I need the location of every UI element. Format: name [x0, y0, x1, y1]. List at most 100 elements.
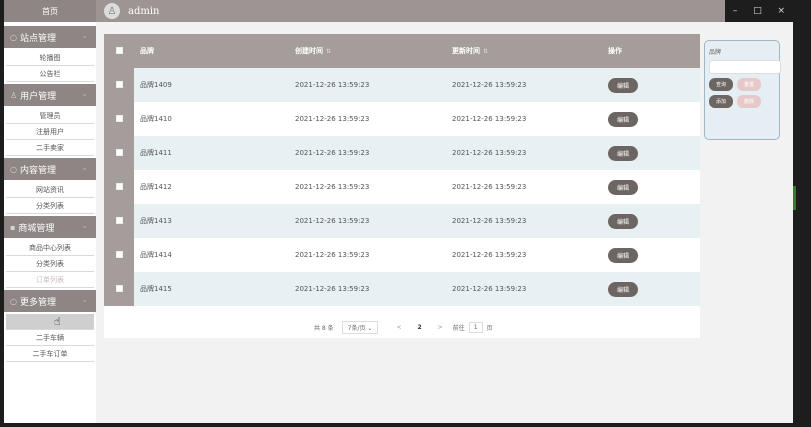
cell-action: 编辑: [602, 136, 700, 170]
select-all-cell[interactable]: [104, 34, 134, 68]
table-row: 品牌1412 2021-12-26 13:59:23 2021-12-26 13…: [104, 170, 700, 204]
cell-updated: 2021-12-26 13:59:23: [446, 204, 602, 238]
search-button-row: 查询 重置: [709, 78, 775, 91]
sidebar-item-carousel[interactable]: 轮播图: [6, 50, 94, 66]
sidebar-item-orders[interactable]: 订单列表: [6, 272, 94, 288]
pager-total: 共 8 条: [314, 324, 334, 332]
brand-table: 品牌 创建时间 ⇅ 更新时间 ⇅ 操作 品牌1409 2021-12-26 13:5…: [104, 34, 700, 306]
edit-button[interactable]: 编辑: [608, 281, 639, 297]
cell-created: 2021-12-26 13:59:23: [289, 68, 446, 102]
row-checkbox-cell[interactable]: [104, 238, 134, 272]
cell-brand: 品牌1413: [134, 204, 289, 238]
cell-brand: 品牌1412: [134, 170, 289, 204]
sidebar-group-label: 更多管理: [19, 297, 56, 308]
row-checkbox[interactable]: [115, 216, 123, 224]
column-header-updated[interactable]: 更新时间 ⇅: [446, 34, 602, 68]
chevron-icon: ⌄: [81, 31, 88, 40]
chevron-icon: ⌄: [81, 89, 88, 98]
row-checkbox[interactable]: [115, 250, 123, 258]
sidebar-group-users[interactable]: ♙ 用户管理 ⌄: [4, 84, 96, 106]
edit-button[interactable]: 编辑: [608, 179, 639, 195]
minimize-icon[interactable]: –: [733, 6, 738, 16]
table-row: 品牌1415 2021-12-26 13:59:23 2021-12-26 13…: [104, 272, 700, 306]
table-header-row: 品牌 创建时间 ⇅ 更新时间 ⇅ 操作: [104, 34, 700, 68]
window-frame-right: [793, 0, 811, 427]
cell-action: 编辑: [602, 68, 700, 102]
edit-button[interactable]: 编辑: [608, 77, 639, 93]
sort-icon[interactable]: ⇅: [326, 48, 331, 55]
sidebar-group-label: 商城管理: [18, 223, 55, 234]
sidebar-item-registered-users[interactable]: 注册用户: [6, 124, 94, 140]
delete-button[interactable]: 删除: [737, 95, 761, 108]
goto-suffix: 页: [486, 324, 493, 332]
row-checkbox-cell[interactable]: [104, 68, 134, 102]
close-icon[interactable]: ×: [778, 6, 786, 16]
cell-action: 编辑: [602, 102, 700, 136]
row-checkbox-cell[interactable]: [104, 136, 134, 170]
cell-created: 2021-12-26 13:59:23: [289, 204, 446, 238]
sidebar-item-news[interactable]: 网站资讯: [6, 182, 94, 198]
top-header: ♙ admin – □ ×: [96, 0, 793, 22]
reset-button[interactable]: 重置: [737, 78, 761, 91]
sidebar-group-site[interactable]: ○ 站点管理 ⌄: [4, 26, 96, 48]
chevron-icon: ⌄: [81, 221, 88, 230]
table-row: 品牌1409 2021-12-26 13:59:23 2021-12-26 13…: [104, 68, 700, 102]
sidebar-item-admins[interactable]: 管理员: [6, 108, 94, 124]
sidebar-group-mall[interactable]: ▪ 商城管理 ⌄: [4, 216, 96, 238]
edit-button[interactable]: 编辑: [608, 247, 639, 263]
pagination: 共 8 条 7条/页 ⌄ < 2 > 前往 1 页: [314, 320, 493, 334]
cell-brand: 品牌1415: [134, 272, 289, 306]
sidebar-item-used-cars[interactable]: 二手车辆: [6, 330, 94, 346]
row-checkbox[interactable]: [115, 182, 123, 190]
edit-button[interactable]: 编辑: [608, 145, 639, 161]
sidebar-item-categories[interactable]: 分类列表: [6, 198, 94, 214]
brand-search-input[interactable]: [709, 60, 781, 74]
edit-button[interactable]: 编辑: [608, 213, 639, 229]
cell-created: 2021-12-26 13:59:23: [289, 170, 446, 204]
current-page[interactable]: 2: [417, 324, 421, 331]
cell-created: 2021-12-26 13:59:23: [289, 136, 446, 170]
sidebar-item-car-orders[interactable]: 二手车订单: [6, 346, 94, 362]
table-panel: 品牌 创建时间 ⇅ 更新时间 ⇅ 操作 品牌1409 2021-12-26 13:5…: [104, 34, 700, 338]
row-checkbox[interactable]: [115, 284, 123, 292]
row-checkbox-cell[interactable]: [104, 170, 134, 204]
avatar[interactable]: ♙: [104, 3, 120, 19]
sidebar-home[interactable]: 首页: [4, 0, 96, 22]
window-controls: – □ ×: [725, 0, 793, 22]
add-button[interactable]: 添加: [709, 95, 733, 108]
username: admin: [128, 5, 160, 17]
edit-button[interactable]: 编辑: [608, 111, 639, 127]
select-all-checkbox[interactable]: [115, 46, 123, 54]
sidebar-item-mall-categories[interactable]: 分类列表: [6, 256, 94, 272]
chevron-icon: ⌄: [81, 295, 88, 304]
sort-icon[interactable]: ⇅: [483, 48, 488, 55]
circle-icon: ○: [10, 164, 17, 174]
sidebar-group-more[interactable]: ○ 更多管理 ⌄: [4, 290, 96, 312]
row-checkbox-cell[interactable]: [104, 272, 134, 306]
maximize-icon[interactable]: □: [753, 6, 762, 16]
page-size-select[interactable]: 7条/页 ⌄: [341, 320, 379, 334]
cell-brand: 品牌1409: [134, 68, 289, 102]
cell-action: 编辑: [602, 272, 700, 306]
sidebar-item-brands[interactable]: ☝: [6, 314, 94, 330]
row-checkbox-cell[interactable]: [104, 204, 134, 238]
sidebar-group-content[interactable]: ○ 内容管理 ⌄: [4, 158, 96, 180]
row-checkbox[interactable]: [115, 148, 123, 156]
row-checkbox-cell[interactable]: [104, 102, 134, 136]
query-button[interactable]: 查询: [709, 78, 733, 91]
prev-page-button[interactable]: <: [396, 324, 401, 331]
search-panel: 品牌 查询 重置 添加 删除: [704, 40, 781, 140]
goto-page-input[interactable]: 1: [468, 321, 483, 333]
side-indicator: [793, 186, 796, 210]
next-page-button[interactable]: >: [438, 324, 443, 331]
window-frame-bottom: [0, 423, 811, 427]
cell-action: 编辑: [602, 204, 700, 238]
row-checkbox[interactable]: [115, 80, 123, 88]
sidebar-item-sellers[interactable]: 二手卖家: [6, 140, 94, 156]
column-header-created[interactable]: 创建时间 ⇅: [289, 34, 446, 68]
sidebar-item-products[interactable]: 商品中心列表: [6, 240, 94, 256]
sidebar-item-notice[interactable]: 公告栏: [6, 66, 94, 82]
row-checkbox[interactable]: [115, 114, 123, 122]
sidebar-group-label: 内容管理: [19, 165, 56, 176]
cell-updated: 2021-12-26 13:59:23: [446, 272, 602, 306]
